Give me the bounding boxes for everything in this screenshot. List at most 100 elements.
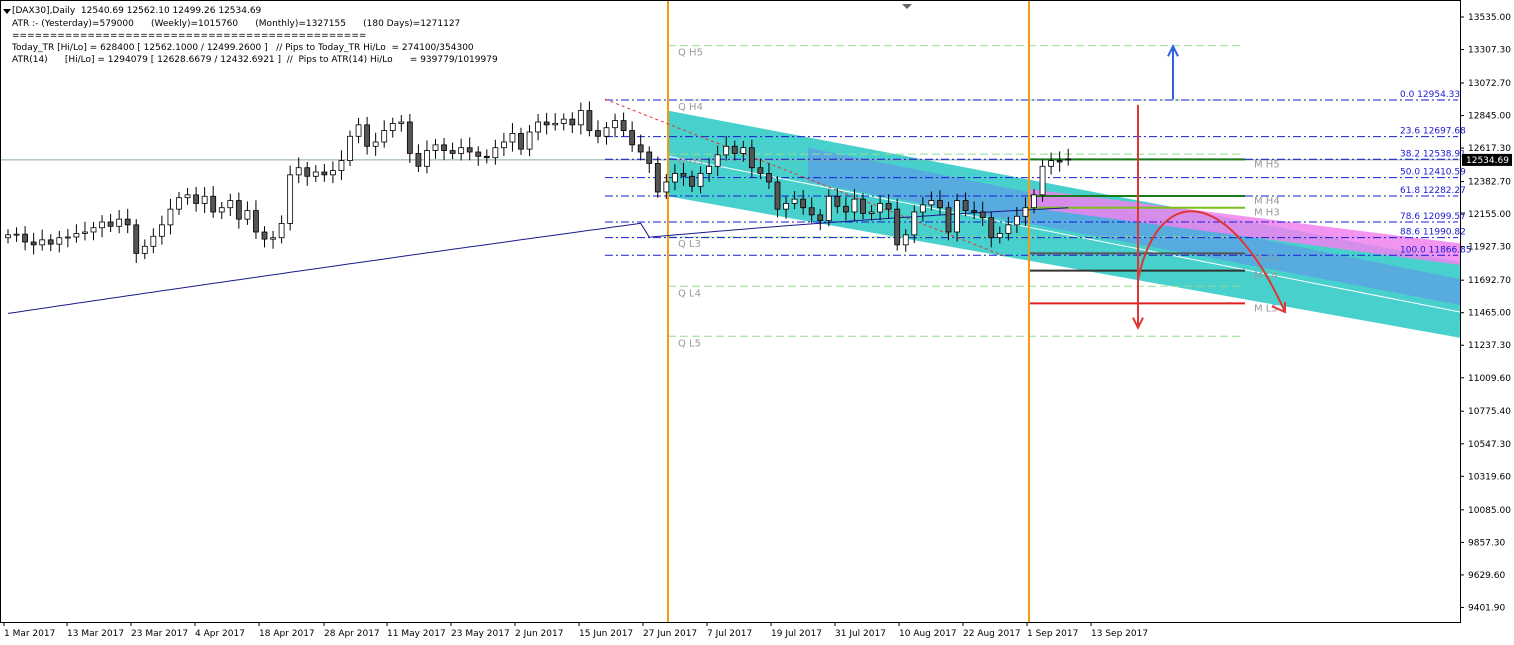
candle-body — [150, 235, 157, 247]
candle — [304, 162, 311, 186]
candle-body — [458, 147, 465, 154]
candle — [637, 134, 644, 161]
candle-body — [646, 151, 653, 164]
candle — [415, 144, 422, 172]
candle — [535, 114, 541, 141]
candle-body — [1014, 215, 1020, 226]
candle — [295, 157, 302, 184]
candle — [483, 149, 490, 164]
candle-body — [475, 151, 482, 157]
candle-body — [287, 174, 294, 224]
candle-body — [398, 121, 405, 124]
candle — [603, 122, 610, 145]
candle-body — [988, 217, 995, 239]
candle — [210, 186, 217, 218]
price-chart[interactable]: Q H5 Q H4 Q H3 Q L3 Q L4 Q L5 0.0 12954.33 23.6… — [0, 0, 1514, 645]
candle — [620, 112, 627, 137]
candle — [586, 101, 593, 137]
candle-body — [680, 173, 687, 177]
candle-body — [253, 210, 259, 233]
candle-body — [860, 198, 866, 214]
candle-body — [500, 141, 507, 149]
candle-body — [158, 224, 165, 237]
candle-body — [406, 121, 413, 154]
candle — [201, 187, 208, 213]
candle-body — [13, 233, 20, 236]
candle-body — [834, 195, 841, 207]
candle — [569, 112, 576, 134]
candle-body — [885, 203, 892, 210]
candle-body — [937, 200, 943, 209]
candle — [73, 224, 80, 243]
y-tick-label: 11009.60 — [1468, 374, 1511, 384]
candle-body — [962, 200, 969, 211]
x-tick-label: 13 Sep 2017 — [1091, 629, 1148, 639]
fib-level-label: 50.0 12410.59 — [1400, 168, 1466, 178]
plot-frame — [0, 0, 1461, 623]
candle-body — [227, 200, 234, 209]
candle — [526, 125, 533, 157]
candle-body — [740, 147, 747, 154]
x-tick-label: 28 Apr 2017 — [324, 629, 380, 639]
candle-body — [244, 210, 251, 220]
x-tick-label: 13 Mar 2017 — [67, 629, 124, 639]
candle-body — [518, 133, 524, 150]
candle — [218, 202, 225, 219]
candle-body — [714, 154, 721, 167]
y-tick-label: 10547.30 — [1468, 440, 1511, 450]
candle-body — [843, 205, 849, 213]
candle — [193, 186, 200, 212]
candle-body — [766, 173, 772, 183]
candle — [509, 123, 516, 152]
y-tick-label: 10085.00 — [1468, 506, 1511, 516]
x-tick-label: 31 Jul 2017 — [835, 629, 886, 639]
q-level-label: Q H4 — [678, 102, 703, 113]
candle — [107, 214, 114, 232]
x-tick-label: 18 Apr 2017 — [259, 629, 315, 639]
candle-body — [201, 195, 208, 204]
candle-body — [535, 121, 541, 133]
candle-body — [971, 210, 978, 213]
y-tick-label: 11692.70 — [1468, 276, 1511, 286]
candle-body — [5, 234, 11, 239]
candle-body — [466, 147, 473, 153]
axes: 13535.00 13307.30 13072.70 12845.00 12617.30… — [0, 0, 1512, 639]
candle-body — [1048, 160, 1054, 167]
x-tick-label: 10 Aug 2017 — [899, 629, 957, 639]
q-level-label: Q H5 — [678, 48, 703, 59]
candle — [389, 117, 396, 138]
candle-body — [603, 127, 610, 137]
x-tick-label: 19 Jul 2017 — [771, 629, 822, 639]
candle-body — [654, 163, 661, 193]
candle — [56, 230, 63, 253]
candle-body — [706, 165, 712, 174]
candle-body — [218, 207, 225, 213]
candle-body — [389, 123, 396, 131]
candle — [492, 139, 499, 165]
x-tick-label: 4 Apr 2017 — [195, 629, 245, 639]
x-tick-label: 7 Jul 2017 — [707, 629, 752, 639]
candle-body — [945, 207, 952, 233]
current-price-label: 12534.69 — [1466, 156, 1509, 166]
candle-body — [124, 218, 131, 226]
candle-body — [432, 144, 439, 151]
candle-body — [919, 204, 926, 213]
candle-body — [235, 200, 242, 220]
y-tick-label: 13072.70 — [1468, 79, 1511, 89]
y-tick-label: 9401.90 — [1468, 603, 1505, 613]
candle-body — [697, 173, 704, 187]
candle — [124, 208, 131, 234]
candle-body — [817, 214, 824, 221]
candle-body — [90, 227, 97, 233]
y-tick-label: 11927.30 — [1468, 243, 1511, 253]
candle — [321, 164, 328, 182]
candle-body — [552, 123, 559, 126]
candle — [458, 138, 465, 161]
x-tick-label: 1 Mar 2017 — [4, 629, 55, 639]
candle-body — [295, 167, 302, 176]
candle-body — [424, 150, 430, 167]
candle — [518, 127, 524, 155]
fib-level-label: 38.2 12538.91 — [1400, 149, 1466, 159]
candle — [278, 215, 285, 244]
candle — [1065, 148, 1072, 166]
